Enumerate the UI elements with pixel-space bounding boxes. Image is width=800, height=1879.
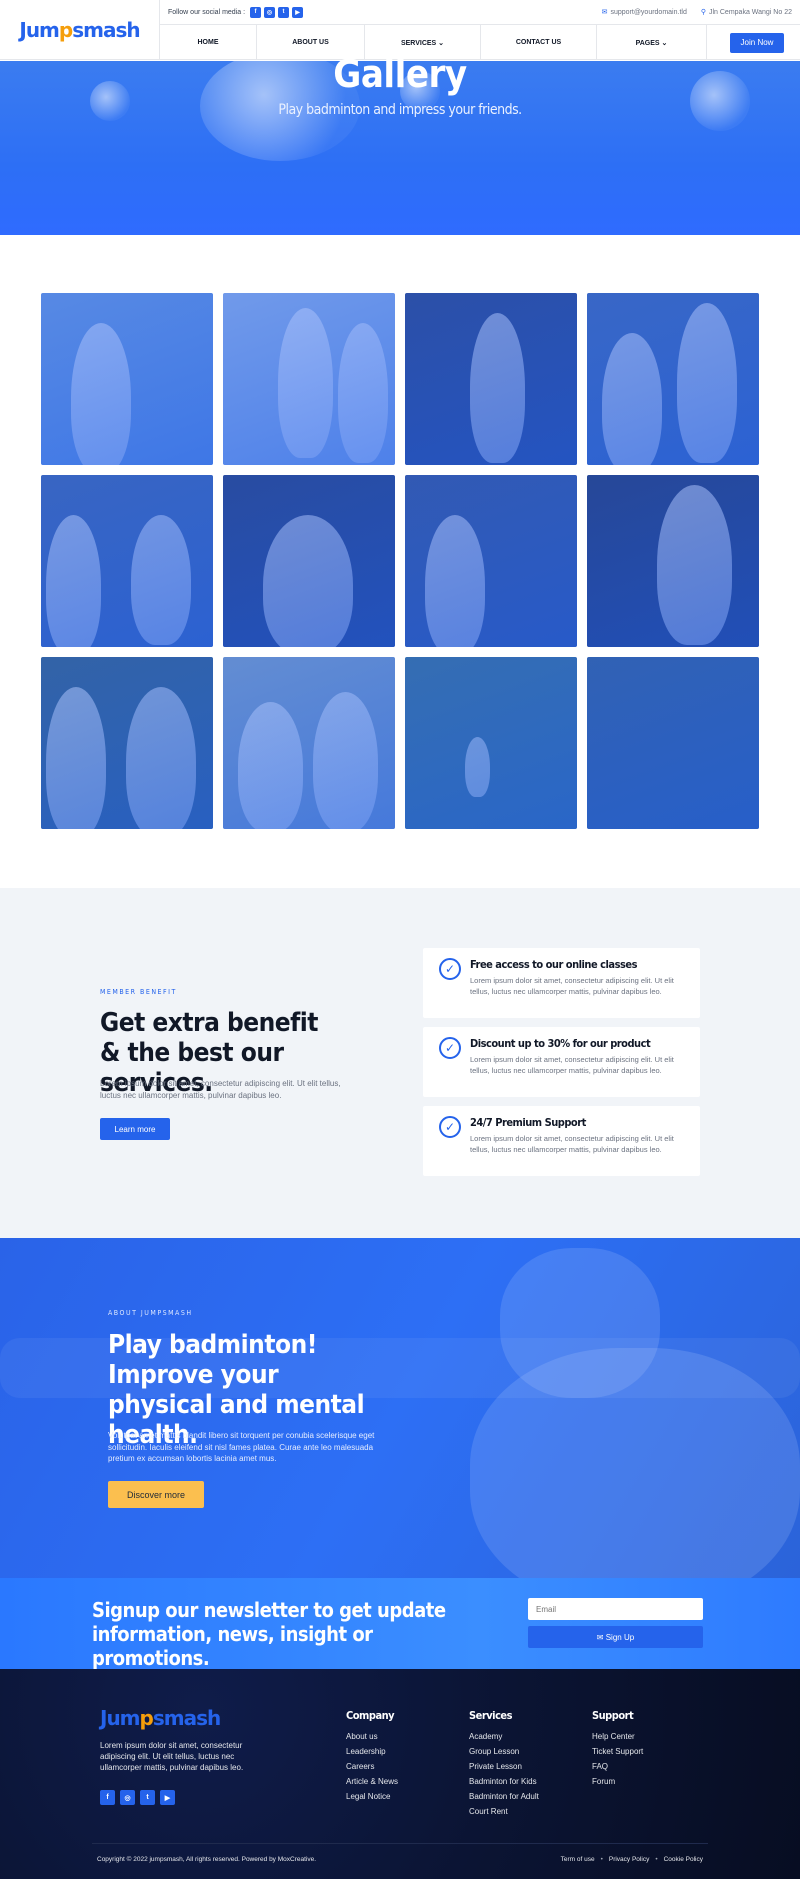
- gallery-image[interactable]: [587, 293, 759, 465]
- section-description: Volutpat amet mattis blandit libero sit …: [108, 1431, 375, 1463]
- top-bar: Follow our social media : f ◎ t ▶ ✉ suppo…: [160, 0, 800, 25]
- youtube-icon[interactable]: ▶: [160, 1790, 175, 1805]
- logo-container[interactable]: Jumpsmash: [0, 0, 160, 60]
- section-description: Lorem ipsum dolor sit amet, consectetur …: [100, 1079, 341, 1100]
- footer-link[interactable]: Ticket Support: [592, 1747, 643, 1756]
- mail-icon: ✉: [601, 9, 608, 16]
- separator: •: [600, 1856, 603, 1863]
- instagram-icon[interactable]: ◎: [120, 1790, 135, 1805]
- footer-logo[interactable]: Jumpsmash: [100, 1706, 221, 1730]
- check-circle-icon: ✓: [439, 958, 461, 980]
- footer-link[interactable]: Help Center: [592, 1732, 643, 1741]
- gallery-image[interactable]: [587, 475, 759, 647]
- benefit-card-title: 24/7 Premium Support: [470, 1116, 586, 1129]
- footer-link[interactable]: Leadership: [346, 1747, 398, 1756]
- footer-link[interactable]: FAQ: [592, 1762, 643, 1771]
- benefit-card: ✓ Discount up to 30% for our product Lor…: [423, 1027, 700, 1097]
- separator: •: [655, 1856, 658, 1863]
- youtube-icon[interactable]: ▶: [292, 6, 304, 18]
- email-contact[interactable]: ✉ support@yourdomain.tld: [602, 8, 687, 16]
- email-input[interactable]: [528, 1598, 703, 1620]
- check-circle-icon: ✓: [439, 1037, 461, 1059]
- copyright-text: Copyright © 2022 jumpsmash, All rights r…: [97, 1856, 317, 1863]
- brand-logo[interactable]: Jumpsmash: [19, 18, 140, 42]
- site-header: Jumpsmash Follow our social media : f ◎ …: [0, 0, 800, 60]
- footer-link[interactable]: About us: [346, 1732, 398, 1741]
- email-text: support@yourdomain.tld: [610, 9, 687, 16]
- check-circle-icon: ✓: [439, 1116, 461, 1138]
- privacy-link[interactable]: Privacy Policy: [609, 1856, 649, 1863]
- sign-up-button[interactable]: ✉ Sign Up: [528, 1626, 703, 1648]
- instagram-icon[interactable]: ◎: [264, 6, 276, 18]
- footer-social: f ◎ t ▶: [100, 1790, 175, 1805]
- legal-links: Term of use • Privacy Policy • Cookie Po…: [561, 1856, 703, 1863]
- footer-company-column: Company About us Leadership Careers Arti…: [346, 1709, 398, 1807]
- gallery-image[interactable]: [41, 475, 213, 647]
- footer-link[interactable]: Badminton for Kids: [469, 1777, 539, 1786]
- benefit-card-title: Discount up to 30% for our product: [470, 1037, 651, 1050]
- benefit-card-desc: Lorem ipsum dolor sit amet, consectetur …: [470, 1055, 674, 1075]
- footer-link[interactable]: Article & News: [346, 1777, 398, 1786]
- gallery-image[interactable]: [223, 657, 395, 829]
- location-pin-icon: ⚲: [700, 9, 706, 16]
- discover-more-button[interactable]: Discover more: [108, 1481, 204, 1508]
- footer-column-title: Support: [592, 1709, 634, 1722]
- site-footer: [0, 1669, 800, 1879]
- gallery-image[interactable]: [41, 293, 213, 465]
- address-text: Jln Cempaka Wangi No 22: [708, 9, 792, 16]
- footer-column-title: Company: [346, 1709, 395, 1722]
- footer-link[interactable]: Careers: [346, 1762, 398, 1771]
- footer-link[interactable]: Legal Notice: [346, 1792, 398, 1801]
- benefit-card: ✓ Free access to our online classes Lore…: [423, 948, 700, 1018]
- follow-label: Follow our social media :: [168, 8, 246, 16]
- newsletter-heading: Signup our newsletter to get update info…: [92, 1598, 446, 1670]
- benefit-card-title: Free access to our online classes: [470, 958, 637, 971]
- footer-link[interactable]: Private Lesson: [469, 1762, 539, 1771]
- gallery-grid: [41, 293, 759, 829]
- footer-link[interactable]: Academy: [469, 1732, 539, 1741]
- gallery-image[interactable]: [405, 293, 577, 465]
- join-now-button[interactable]: Join Now: [730, 32, 784, 53]
- footer-link[interactable]: Badminton for Adult: [469, 1792, 539, 1801]
- terms-link[interactable]: Term of use: [561, 1856, 595, 1863]
- page-subtitle: Play badminton and impress your friends.: [278, 102, 522, 118]
- gallery-image[interactable]: [41, 657, 213, 829]
- address-contact: ⚲ Jln Cempaka Wangi No 22: [701, 8, 792, 16]
- facebook-icon[interactable]: f: [100, 1790, 115, 1805]
- section-tag: ABOUT JUMPSMASH: [108, 1309, 193, 1317]
- learn-more-button[interactable]: Learn more: [100, 1118, 170, 1140]
- gallery-image[interactable]: [405, 475, 577, 647]
- footer-link[interactable]: Group Lesson: [469, 1747, 539, 1756]
- page-title: Gallery: [333, 52, 467, 96]
- footer-services-column: Services Academy Group Lesson Private Le…: [469, 1709, 539, 1822]
- section-tag: MEMBER BENEFIT: [100, 988, 177, 996]
- footer-column-title: Services: [469, 1709, 513, 1722]
- footer-support-column: Support Help Center Ticket Support FAQ F…: [592, 1709, 643, 1792]
- cookie-link[interactable]: Cookie Policy: [664, 1856, 703, 1863]
- benefit-card-desc: Lorem ipsum dolor sit amet, consectetur …: [470, 976, 674, 996]
- facebook-icon[interactable]: f: [250, 6, 262, 18]
- footer-divider: [92, 1843, 708, 1844]
- gallery-image[interactable]: [223, 293, 395, 465]
- footer-description: Lorem ipsum dolor sit amet, consectetur …: [100, 1741, 244, 1772]
- gallery-image[interactable]: [405, 657, 577, 829]
- benefit-card-desc: Lorem ipsum dolor sit amet, consectetur …: [470, 1134, 674, 1154]
- twitter-icon[interactable]: t: [278, 6, 290, 18]
- footer-link[interactable]: Court Rent: [469, 1807, 539, 1816]
- gallery-image[interactable]: [223, 475, 395, 647]
- gallery-image[interactable]: [587, 657, 759, 829]
- benefit-card: ✓ 24/7 Premium Support Lorem ipsum dolor…: [423, 1106, 700, 1176]
- footer-link[interactable]: Forum: [592, 1777, 643, 1786]
- twitter-icon[interactable]: t: [140, 1790, 155, 1805]
